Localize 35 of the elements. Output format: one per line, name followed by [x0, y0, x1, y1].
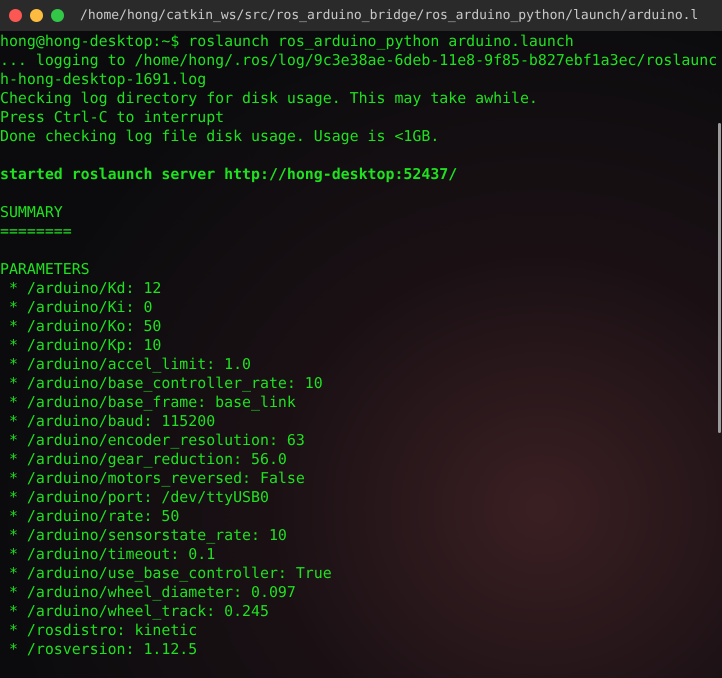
- terminal-line: PARAMETERS: [0, 260, 90, 279]
- minimize-button[interactable]: [30, 9, 43, 22]
- terminal-line: * /arduino/base_controller_rate: 10: [8, 374, 323, 393]
- terminal-line: * /arduino/gear_reduction: 56.0: [8, 450, 287, 469]
- terminal-line: Done checking log file disk usage. Usage is <1GB.: [0, 127, 440, 146]
- terminal-line: * /arduino/motors_reversed: False: [8, 469, 305, 488]
- scrollbar[interactable]: [718, 123, 721, 433]
- terminal-line: Checking log directory for disk usage. This may take awhile.: [0, 89, 538, 108]
- terminal-line: * /arduino/base_frame: base_link: [8, 393, 296, 412]
- terminal-line: SUMMARY: [0, 203, 63, 222]
- terminal-line: ... logging to /home/hong/.ros/log/9c3e38ae-6deb-11e8-9f85-b827ebf1a3ec/roslaunc: [0, 51, 718, 70]
- terminal-line: Press Ctrl-C to interrupt: [0, 108, 224, 127]
- terminal-line: h-hong-desktop-1691.log: [0, 70, 206, 89]
- terminal-line: * /arduino/Kd: 12: [8, 279, 162, 298]
- terminal-line: * /arduino/wheel_diameter: 0.097: [8, 583, 296, 602]
- terminal-line: * /arduino/encoder_resolution: 63: [8, 431, 305, 450]
- terminal-line: * /arduino/sensorstate_rate: 10: [8, 526, 287, 545]
- terminal-line: started roslaunch server http://hong-desktop:52437/: [0, 165, 458, 184]
- terminal-line: * /arduino/Kp: 10: [8, 336, 162, 355]
- terminal-line: ========: [0, 222, 72, 241]
- terminal-line: * /arduino/rate: 50: [8, 507, 180, 526]
- terminal-line: * /rosversion: 1.12.5: [8, 640, 198, 659]
- terminal-line: * /arduino/wheel_track: 0.245: [8, 602, 269, 621]
- terminal-line: * /arduino/port: /dev/ttyUSB0: [8, 488, 269, 507]
- terminal-line: * /arduino/accel_limit: 1.0: [8, 355, 252, 374]
- terminal-line: * /arduino/Ki: 0: [8, 298, 152, 317]
- terminal-line: * /rosdistro: kinetic: [8, 621, 198, 640]
- terminal-line: * /arduino/use_base_controller: True: [8, 564, 332, 583]
- maximize-button[interactable]: [51, 9, 64, 22]
- close-button[interactable]: [9, 9, 22, 22]
- terminal-line: * /arduino/Ko: 50: [8, 317, 162, 336]
- terminal-line: hong@hong-desktop:~$ roslaunch ros_arduino_python arduino.launch: [0, 32, 574, 51]
- window-title: /home/hong/catkin_ws/src/ros_arduino_bridge/ros_arduino_python/launch/arduino.l: [80, 8, 698, 23]
- terminal-line: * /arduino/timeout: 0.1: [8, 545, 216, 564]
- terminal-line: * /arduino/baud: 115200: [8, 412, 216, 431]
